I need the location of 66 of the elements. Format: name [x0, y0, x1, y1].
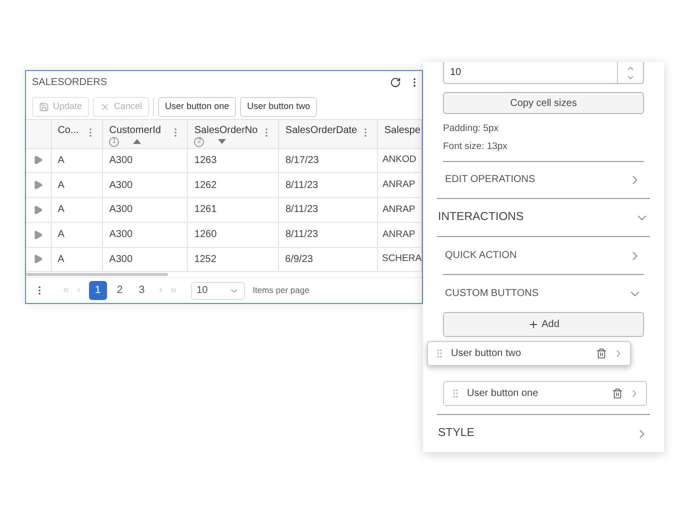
table-cell-text: A300: [109, 203, 133, 218]
table-cell-text: ANRAP: [382, 178, 416, 192]
table-cell-text: 1260: [194, 228, 217, 242]
table-cell-text: 1262: [194, 178, 217, 193]
number-input[interactable]: 10: [443, 62, 644, 84]
page-button[interactable]: 3: [132, 281, 151, 300]
page-size-select[interactable]: 10: [190, 282, 245, 300]
table-cell-text: 8/11/23: [285, 228, 318, 242]
column-header[interactable]: CustomerId: [109, 124, 170, 136]
trash-icon[interactable]: [612, 388, 623, 400]
table-cell-text: A300: [109, 228, 133, 242]
section-title[interactable]: EDIT OPERATIONS: [445, 172, 536, 188]
table-cell-text: 8/11/23: [285, 178, 318, 193]
table-cell: SCHERA: [382, 252, 422, 266]
table-cell-text: ANRAP: [382, 228, 416, 242]
table-cell-text: A: [58, 154, 64, 168]
save-icon: [39, 102, 49, 112]
custom-button-label: User button one: [467, 387, 540, 402]
add-button[interactable]: Add: [443, 312, 644, 338]
row-expand-icon[interactable]: [33, 204, 44, 215]
section-title[interactable]: INTERACTIONS: [438, 209, 524, 226]
number-input-value: 10: [449, 66, 462, 80]
table-cell-text: A300: [109, 252, 133, 267]
page-size-label: Items per page: [252, 284, 310, 297]
table-cell-text: A: [58, 228, 64, 242]
table-cell-text: 8/11/23: [285, 203, 318, 218]
table-cell-text: A: [58, 252, 64, 267]
toolbar-button[interactable]: User button one: [158, 96, 236, 117]
custom-button-label: User button two: [451, 347, 522, 362]
table-cell-text: A300: [109, 178, 133, 193]
table-cell: ANRAP: [382, 202, 416, 217]
row-expand-icon[interactable]: [33, 230, 44, 240]
info-text: Font size: 13px: [443, 140, 508, 154]
section-title[interactable]: QUICK ACTION: [445, 248, 517, 264]
custom-button-item[interactable]: User button one: [443, 381, 647, 406]
table-cell-text: 6/9/23: [285, 252, 313, 267]
table-cell-text: 1252: [194, 252, 216, 267]
row-expand-icon[interactable]: [33, 180, 44, 190]
column-header[interactable]: SalesOrderNo: [194, 124, 262, 136]
custom-button-item[interactable]: User button two: [427, 341, 631, 366]
row-expand-icon[interactable]: [33, 254, 44, 264]
drag-handle-icon[interactable]: [450, 388, 461, 400]
plus-icon: [528, 319, 539, 330]
table-cell-text: A: [58, 178, 64, 193]
table-cell-text: 8/17/23: [285, 154, 319, 168]
table-cell-text: A300: [109, 154, 133, 168]
toolbar-button[interactable]: User button two: [240, 96, 318, 117]
section-title[interactable]: CUSTOM BUTTONS: [445, 286, 539, 302]
copy-cell-sizes-button[interactable]: Copy cell sizes: [443, 92, 644, 114]
drag-handle-icon[interactable]: [434, 348, 445, 360]
column-header[interactable]: Co...: [58, 124, 86, 136]
page-button[interactable]: 2: [110, 281, 129, 300]
table-cell-text: A: [58, 203, 64, 218]
table-cell: ANKOD: [382, 153, 416, 168]
info-text: Padding: 5px: [443, 122, 500, 136]
column-header[interactable]: SalesOrderDate: [285, 124, 360, 136]
page-button[interactable]: 1: [88, 281, 107, 300]
close-icon: [100, 102, 110, 112]
trash-icon[interactable]: [596, 348, 607, 360]
table-cell-text: 1261: [194, 203, 217, 218]
table-cell-text: 1263: [194, 154, 217, 168]
refresh-icon[interactable]: [390, 77, 401, 88]
grid-title: SALESORDERS: [32, 76, 108, 90]
section-title[interactable]: STYLE: [438, 424, 474, 442]
column-header[interactable]: Salespe: [384, 124, 420, 136]
row-expand-icon[interactable]: [33, 155, 44, 166]
